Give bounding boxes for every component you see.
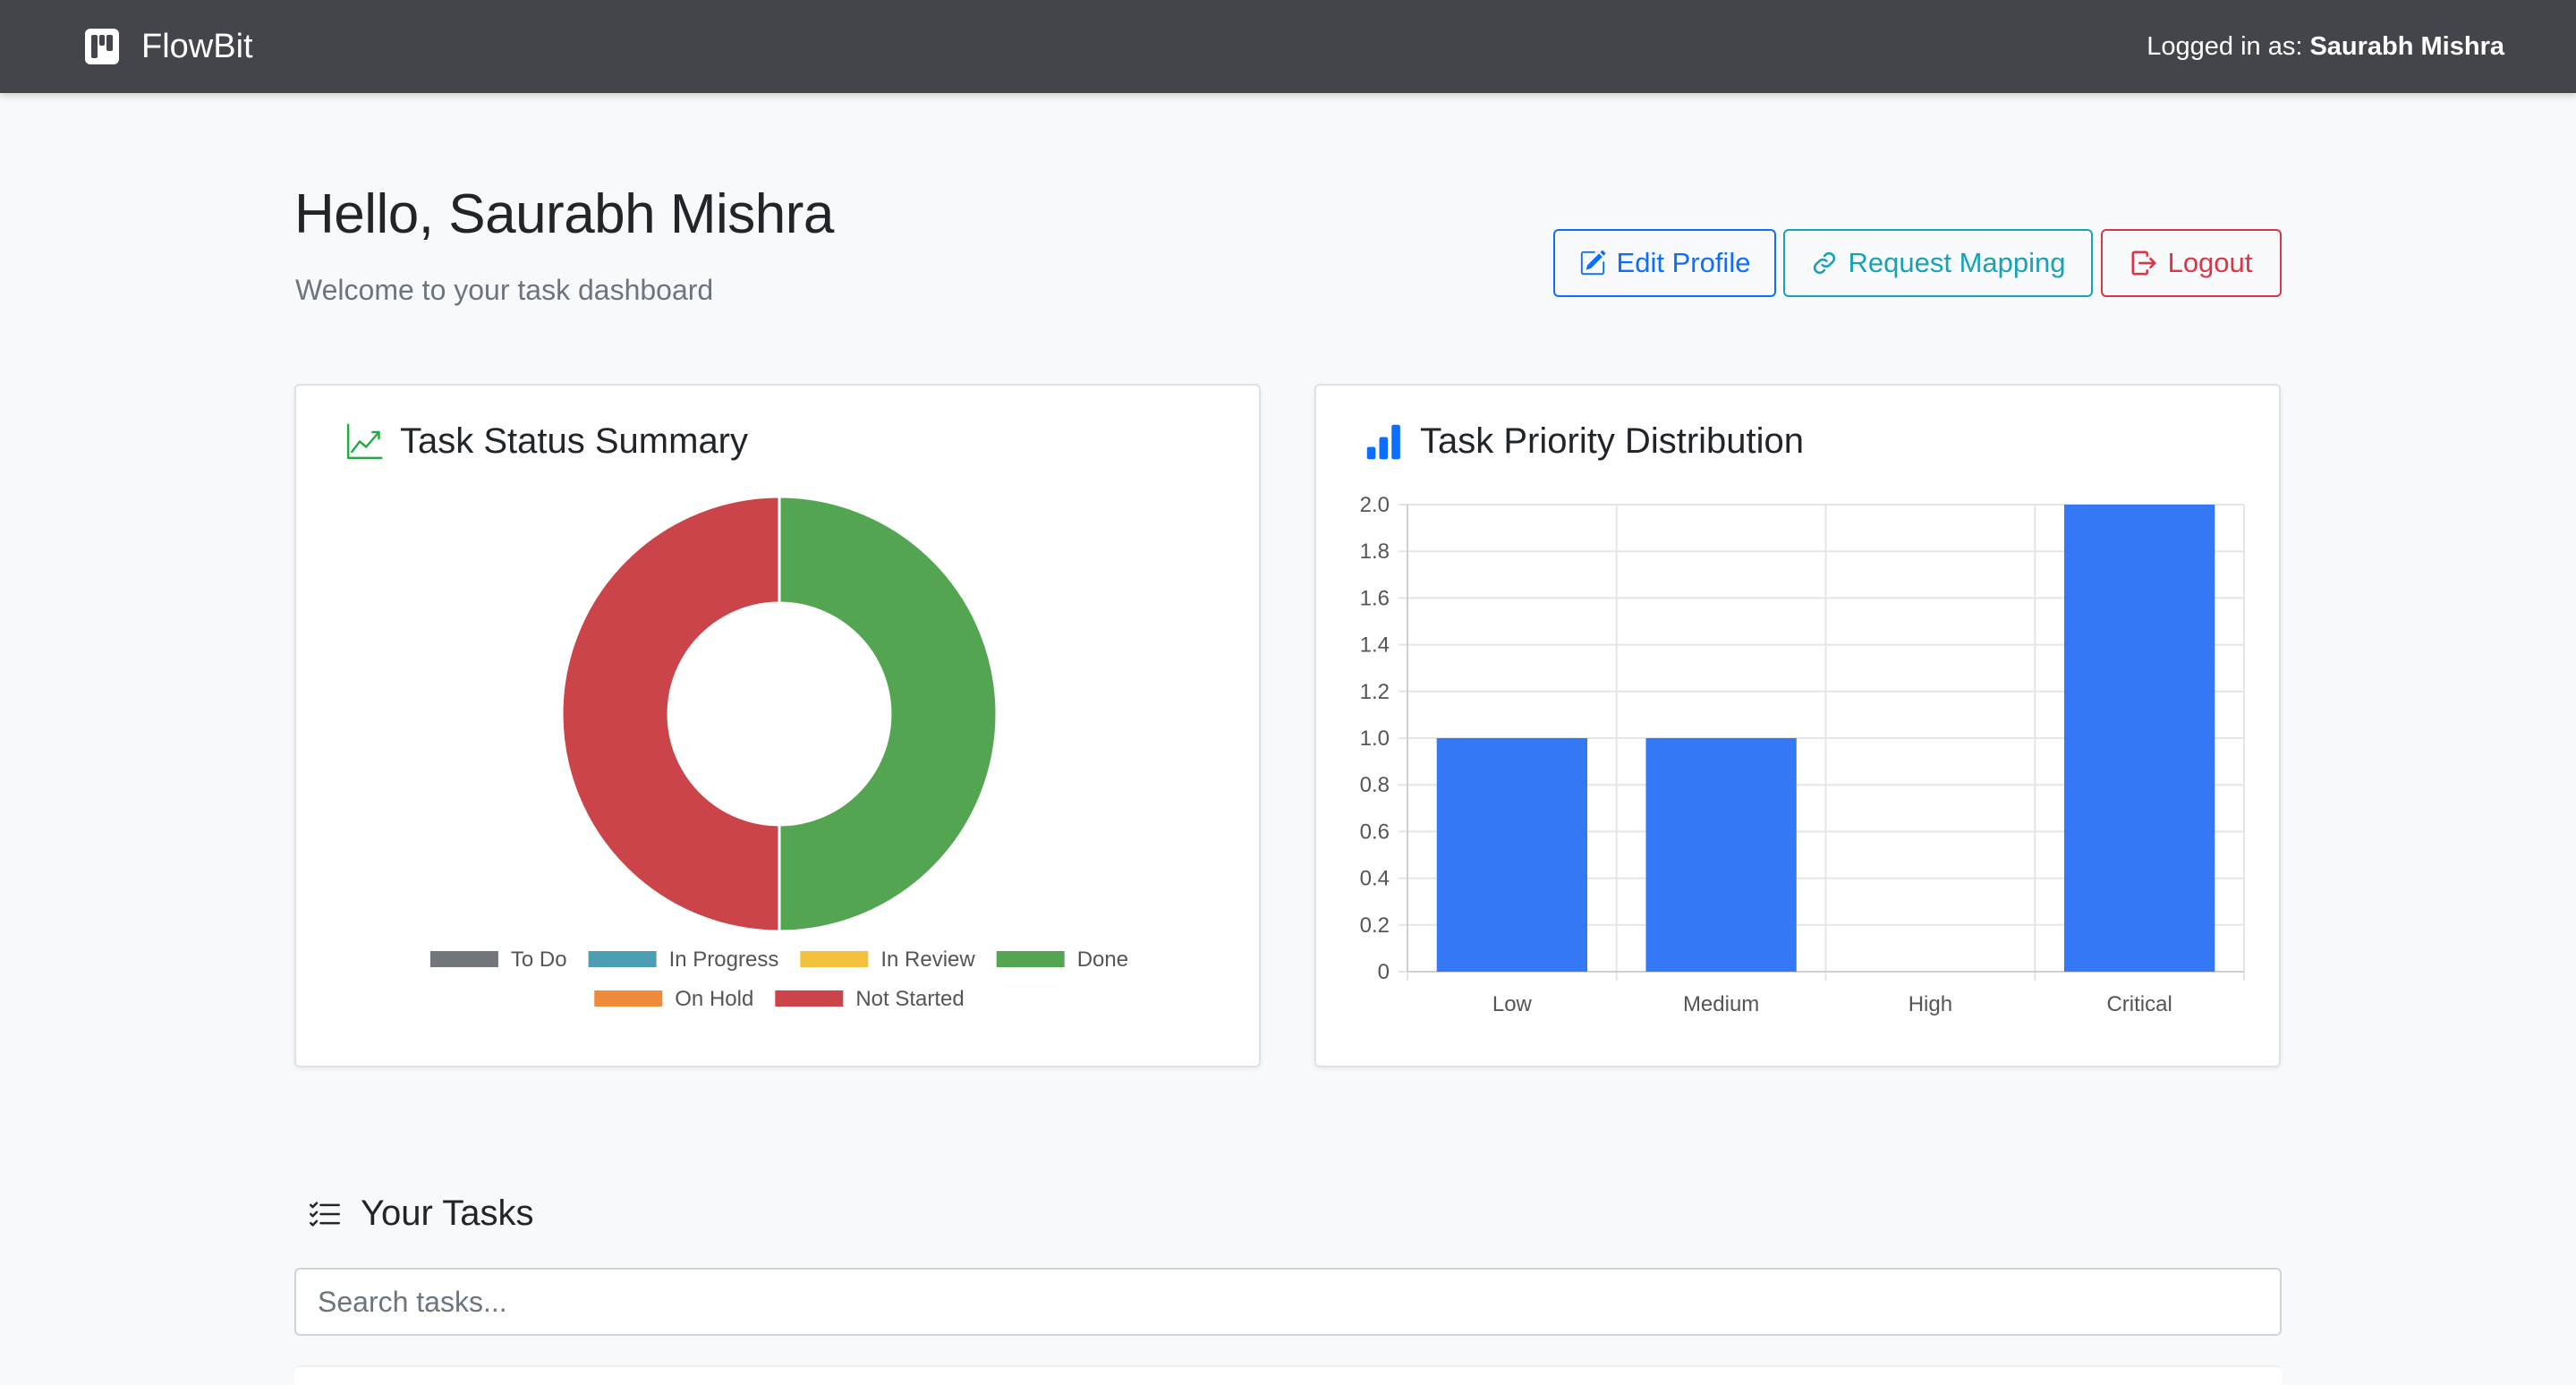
task-priority-bar-chart: 0 0.2 0.4 0.6 0.8 1.0 1.2 1.4 1.6 1.8 2.0 Low Medium…: [1360, 493, 2245, 1016]
login-info: Logged in as: Saurabh Mishra: [2147, 27, 2504, 66]
kanban-icon: [85, 29, 119, 64]
donut-slice-done[interactable]: [778, 495, 999, 933]
y-tick-label: 2.0: [1360, 493, 1390, 517]
legend-swatch-in-review[interactable]: [800, 951, 869, 967]
logout-button[interactable]: Logout: [2101, 229, 2282, 297]
brand-link[interactable]: FlowBit: [84, 21, 253, 72]
request-mapping-button[interactable]: Request Mapping: [1783, 229, 2093, 297]
legend-label-in-progress[interactable]: In Progress: [669, 947, 779, 972]
legend-label-not-started[interactable]: Not Started: [855, 987, 964, 1011]
edit-profile-label: Edit Profile: [1616, 247, 1751, 278]
legend-swatch-done[interactable]: [996, 951, 1065, 967]
task-status-donut-chart: To Do In Progress In Review Done On Hold Not …: [429, 495, 1128, 1011]
task-priority-card: Task Priority Distribution 0 0.2 0.4 0.6 0.8…: [1314, 384, 2281, 1067]
legend-swatch-in-progress[interactable]: [588, 951, 657, 967]
task-list-card: [294, 1365, 2282, 1385]
legend-swatch-not-started[interactable]: [775, 990, 844, 1007]
x-tick-label: Medium: [1683, 992, 1759, 1016]
legend-label-to-do[interactable]: To Do: [511, 947, 567, 972]
login-label: Logged in as:: [2147, 31, 2303, 61]
y-tick-label: 1.4: [1360, 633, 1390, 658]
edit-profile-button[interactable]: Edit Profile: [1553, 229, 1776, 297]
bar-medium[interactable]: [1645, 738, 1797, 972]
x-tick-label: Low: [1492, 992, 1533, 1016]
legend-label-on-hold[interactable]: On Hold: [675, 987, 753, 1011]
y-tick-label: 0.4: [1360, 867, 1390, 891]
legend-label-done[interactable]: Done: [1077, 947, 1128, 972]
y-tick-label: 0.6: [1360, 820, 1390, 844]
y-tick-label: 0.8: [1360, 773, 1390, 797]
box-arrow-right-icon: [2131, 251, 2156, 276]
request-mapping-label: Request Mapping: [1848, 247, 2066, 278]
page-subtitle: Welcome to your task dashboard: [295, 274, 714, 306]
your-tasks-heading: Your Tasks: [309, 1194, 533, 1234]
y-tick-label: 1.0: [1360, 726, 1390, 751]
legend-swatch-to-do[interactable]: [429, 951, 498, 967]
y-tick-label: 1.6: [1360, 586, 1390, 610]
x-tick-label: High: [1909, 992, 1952, 1016]
list-check-icon: [310, 1201, 340, 1227]
brand-name: FlowBit: [141, 27, 253, 65]
bar-low[interactable]: [1436, 738, 1588, 972]
x-tick-label: Critical: [2106, 992, 2172, 1016]
donut-slice-not-started[interactable]: [560, 495, 781, 933]
legend-label-in-review[interactable]: In Review: [880, 947, 975, 972]
your-tasks-title: Your Tasks: [361, 1194, 534, 1233]
logout-label: Logout: [2167, 247, 2253, 278]
y-tick-label: 1.8: [1360, 540, 1390, 564]
navbar: FlowBit Logged in as: Saurabh Mishra: [0, 0, 2576, 93]
y-tick-label: 0: [1378, 960, 1390, 984]
task-status-card: Task Status Summary To Do In Progress In R…: [294, 384, 1261, 1067]
link-icon: [1813, 251, 1835, 275]
y-tick-label: 0.2: [1360, 913, 1390, 938]
user-name: Saurabh Mishra: [2309, 31, 2504, 61]
page-title: Hello, Saurabh Mishra: [294, 183, 834, 245]
y-tick-label: 1.2: [1360, 680, 1390, 704]
bar-critical[interactable]: [2063, 505, 2215, 972]
legend-swatch-on-hold[interactable]: [594, 990, 663, 1007]
pencil-square-icon: [1580, 250, 1605, 276]
search-tasks-input[interactable]: [294, 1268, 2282, 1336]
